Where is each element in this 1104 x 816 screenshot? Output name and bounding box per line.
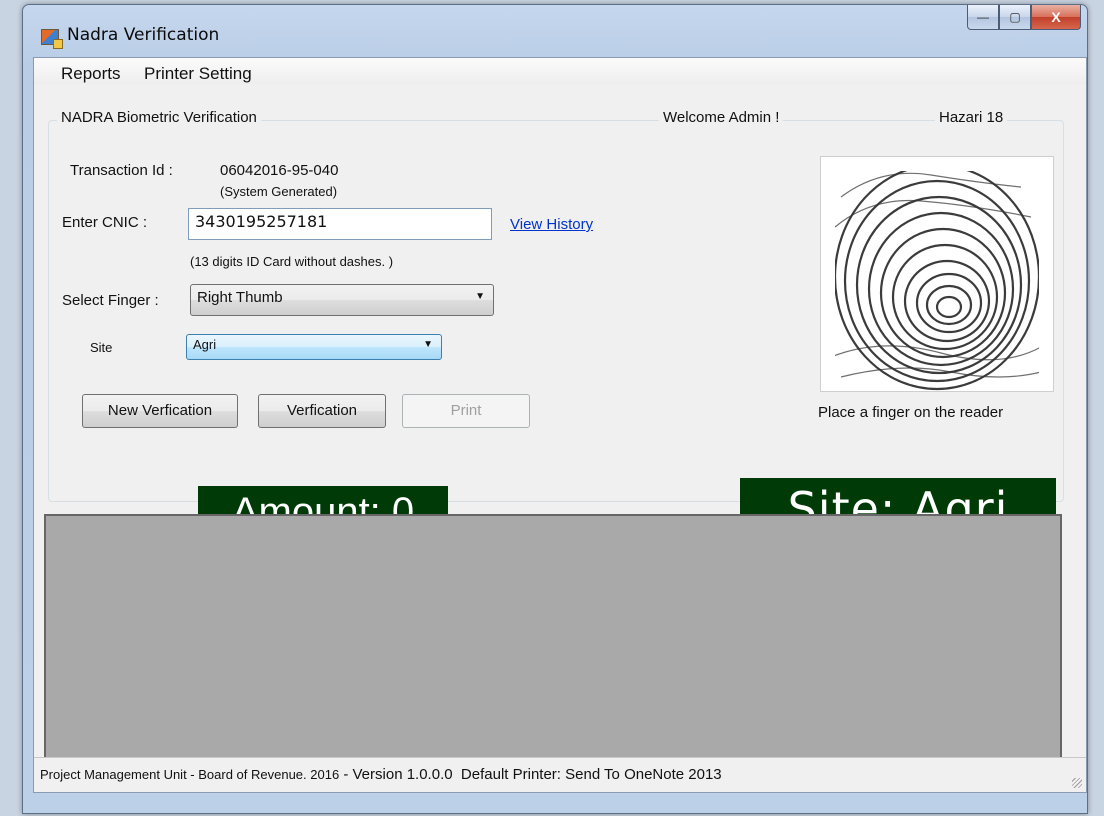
menu-printer-setting[interactable]: Printer Setting — [144, 64, 252, 84]
finger-label: Select Finger : — [62, 292, 159, 309]
transaction-id-value: 06042016-95-040 — [220, 162, 339, 179]
transaction-note: (System Generated) — [220, 184, 338, 199]
group-title: NADRA Biometric Verification — [57, 109, 261, 126]
verification-button[interactable]: Verfication — [258, 394, 386, 428]
finger-select-value: Right Thumb — [197, 289, 283, 306]
site-select-value: Agri — [193, 337, 217, 352]
maximize-button[interactable]: ▢ — [999, 5, 1031, 30]
status-version: - Version 1.0.0.0 — [339, 766, 453, 783]
window-title: Nadra Verification — [67, 25, 220, 45]
status-project: Project Management Unit - Board of Reven… — [40, 767, 340, 782]
cnic-input[interactable]: 3430195257181 — [188, 208, 492, 240]
view-history-link[interactable]: View History — [510, 216, 593, 233]
cnic-hint: (13 digits ID Card without dashes. ) — [190, 254, 394, 269]
close-button[interactable]: X — [1031, 5, 1081, 30]
transaction-id-label: Transaction Id : — [70, 162, 173, 179]
site-select[interactable]: Agri ▼ — [186, 334, 442, 360]
new-verification-button[interactable]: New Verfication — [82, 394, 238, 428]
chevron-down-icon: ▼ — [475, 291, 485, 302]
caption-buttons: — ▢ X — [967, 5, 1081, 31]
app-icon — [41, 29, 63, 49]
menu-bar: Reports Printer Setting — [34, 58, 1086, 84]
fingerprint-image — [820, 156, 1054, 392]
status-text: Project Management Unit - Board of Reven… — [40, 766, 722, 783]
cnic-label: Enter CNIC : — [62, 214, 148, 231]
title-bar[interactable]: Nadra Verification — ▢ X — [23, 5, 1087, 55]
output-panel — [44, 514, 1062, 768]
finger-select[interactable]: Right Thumb ▼ — [190, 284, 494, 316]
fingerprint-icon — [821, 157, 1053, 391]
print-button[interactable]: Print — [402, 394, 530, 428]
resize-grip-icon[interactable] — [1072, 778, 1082, 788]
client-area: Reports Printer Setting NADRA Biometric … — [33, 57, 1087, 793]
site-label: Site — [90, 340, 113, 355]
chevron-down-icon: ▼ — [423, 339, 433, 350]
app-window: Nadra Verification — ▢ X Reports Printer… — [22, 4, 1088, 814]
minimize-button[interactable]: — — [967, 5, 999, 30]
location-label: Hazari 18 — [935, 109, 1008, 126]
status-printer: Default Printer: Send To OneNote 2013 — [460, 766, 722, 783]
fingerprint-caption: Place a finger on the reader — [818, 404, 1004, 421]
welcome-label: Welcome Admin ! — [659, 109, 784, 126]
status-bar: Project Management Unit - Board of Reven… — [34, 757, 1086, 792]
menu-reports[interactable]: Reports — [61, 64, 121, 84]
